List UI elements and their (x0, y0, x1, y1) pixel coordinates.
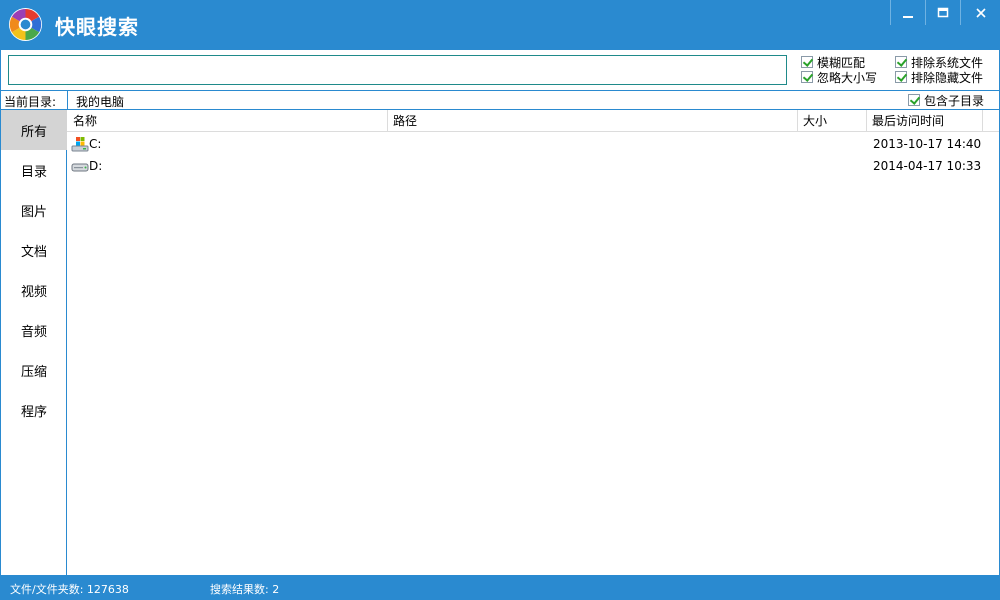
row-last-accessed: 2013-10-17 14:40 (873, 137, 982, 151)
title-bar: 快眼搜索 (0, 0, 1000, 50)
hard-drive-icon (71, 163, 89, 172)
category-images[interactable]: 图片 (1, 190, 67, 230)
row-last-accessed: 2014-04-17 10:33 (873, 159, 982, 173)
category-documents[interactable]: 文档 (1, 230, 67, 270)
row-name: C: (89, 137, 102, 151)
column-header-path[interactable]: 路径 (387, 110, 417, 132)
results-table: 名称 路径 大小 最后访问时间 C: 2013-10-17 14:40 D: 2… (67, 110, 1000, 575)
exclude-system-checkbox[interactable] (895, 56, 907, 68)
close-button[interactable] (961, 0, 1000, 25)
table-row[interactable]: D: 2014-04-17 10:33 (67, 155, 999, 177)
include-subdirs-label: 包含子目录 (924, 93, 985, 108)
minimize-button[interactable] (891, 0, 925, 25)
status-bar: 文件/文件夹数: 127638 搜索结果数: 2 (0, 575, 1000, 600)
category-all[interactable]: 所有 (1, 110, 67, 150)
ignore-case-option[interactable]: 忽略大小写 (801, 70, 878, 85)
table-header: 名称 路径 大小 最后访问时间 (67, 110, 999, 132)
current-directory-label: 当前目录: (4, 95, 57, 109)
row-name: D: (89, 159, 103, 173)
column-header-name[interactable]: 名称 (67, 110, 97, 132)
table-row[interactable]: C: 2013-10-17 14:40 (67, 133, 999, 155)
maximize-button[interactable] (926, 0, 960, 25)
category-programs[interactable]: 程序 (1, 390, 67, 430)
include-subdirs-option[interactable]: 包含子目录 (908, 93, 985, 108)
exclude-hidden-checkbox[interactable] (895, 71, 907, 83)
category-folders[interactable]: 目录 (1, 150, 67, 190)
app-title: 快眼搜索 (55, 15, 139, 39)
file-count-status: 文件/文件夹数: 127638 (10, 583, 129, 596)
fuzzy-match-checkbox[interactable] (801, 56, 813, 68)
minimize-icon (903, 15, 913, 18)
category-videos[interactable]: 视频 (1, 270, 67, 310)
column-header-size[interactable]: 大小 (797, 110, 827, 132)
system-drive-icon (71, 137, 89, 152)
category-archives[interactable]: 压缩 (1, 350, 67, 390)
include-subdirs-checkbox[interactable] (908, 94, 920, 106)
fuzzy-match-option[interactable]: 模糊匹配 (801, 55, 865, 70)
search-panel: 模糊匹配 忽略大小写 排除系统文件 排除隐藏文件 (0, 50, 1000, 90)
close-icon (975, 7, 986, 18)
exclude-hidden-label: 排除隐藏文件 (911, 70, 984, 85)
current-directory-value: 我的电脑 (76, 95, 125, 109)
current-directory-bar: 当前目录: 我的电脑 包含子目录 (0, 90, 1000, 110)
directory-divider (67, 91, 68, 109)
exclude-hidden-option[interactable]: 排除隐藏文件 (895, 70, 984, 85)
search-input[interactable] (8, 55, 787, 85)
column-divider[interactable] (982, 110, 983, 132)
exclude-system-option[interactable]: 排除系统文件 (895, 55, 983, 70)
ignore-case-checkbox[interactable] (801, 71, 813, 83)
result-count-status: 搜索结果数: 2 (210, 583, 280, 596)
column-header-last-accessed[interactable]: 最后访问时间 (866, 110, 944, 132)
category-audio[interactable]: 音频 (1, 310, 67, 350)
maximize-icon (937, 7, 949, 17)
category-sidebar: 所有 目录 图片 文档 视频 音频 压缩 程序 (0, 110, 67, 575)
ignore-case-label: 忽略大小写 (817, 70, 878, 85)
app-logo-icon (8, 7, 43, 42)
